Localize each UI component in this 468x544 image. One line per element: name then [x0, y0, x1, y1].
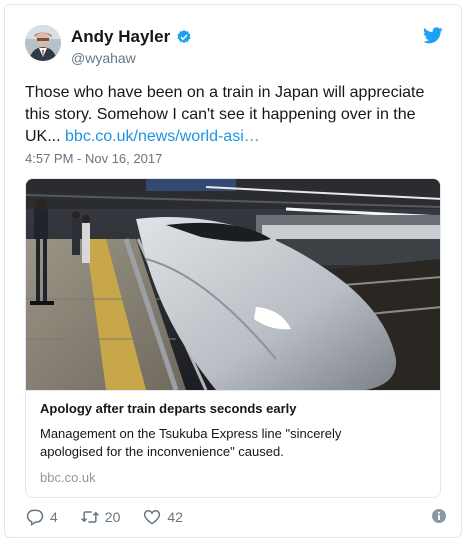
like-count: 42 — [167, 509, 183, 525]
tweet-timestamp[interactable]: 4:57 PM - Nov 16, 2017 — [25, 151, 162, 166]
avatar[interactable] — [25, 25, 61, 61]
card-domain: bbc.co.uk — [40, 470, 96, 485]
card-description: Management on the Tsukuba Express line "… — [40, 426, 342, 459]
retweet-button[interactable]: 20 — [80, 507, 121, 527]
bullet-train-photo — [26, 179, 440, 390]
verified-badge-icon — [177, 30, 191, 44]
retweet-count: 20 — [104, 509, 121, 525]
like-button[interactable]: 42 — [142, 507, 183, 527]
reply-icon — [26, 509, 44, 526]
info-icon[interactable] — [431, 508, 447, 524]
tweet-actions: 4 20 42 — [25, 505, 445, 529]
avatar-image — [25, 25, 61, 61]
reply-count: 4 — [50, 509, 58, 525]
user-name[interactable]: Andy Hayler — [71, 27, 170, 47]
tweet-text: Those who have been on a train in Japan … — [25, 82, 445, 148]
card-body: Apology after train departs seconds earl… — [26, 390, 440, 495]
retweet-icon — [80, 511, 99, 523]
tweet-link[interactable]: bbc.co.uk/news/world-asi… — [65, 128, 260, 145]
user-handle[interactable]: @wyahaw — [71, 50, 136, 66]
tweet-card: Andy Hayler @wyahaw Those who have been … — [4, 4, 462, 538]
name-row: Andy Hayler — [71, 27, 192, 47]
twitter-bird-icon[interactable] — [423, 27, 443, 44]
link-preview-card[interactable]: Apology after train departs seconds earl… — [25, 178, 441, 498]
reply-button[interactable]: 4 — [25, 507, 58, 527]
heart-icon — [144, 509, 161, 525]
card-title: Apology after train departs seconds earl… — [40, 401, 297, 416]
